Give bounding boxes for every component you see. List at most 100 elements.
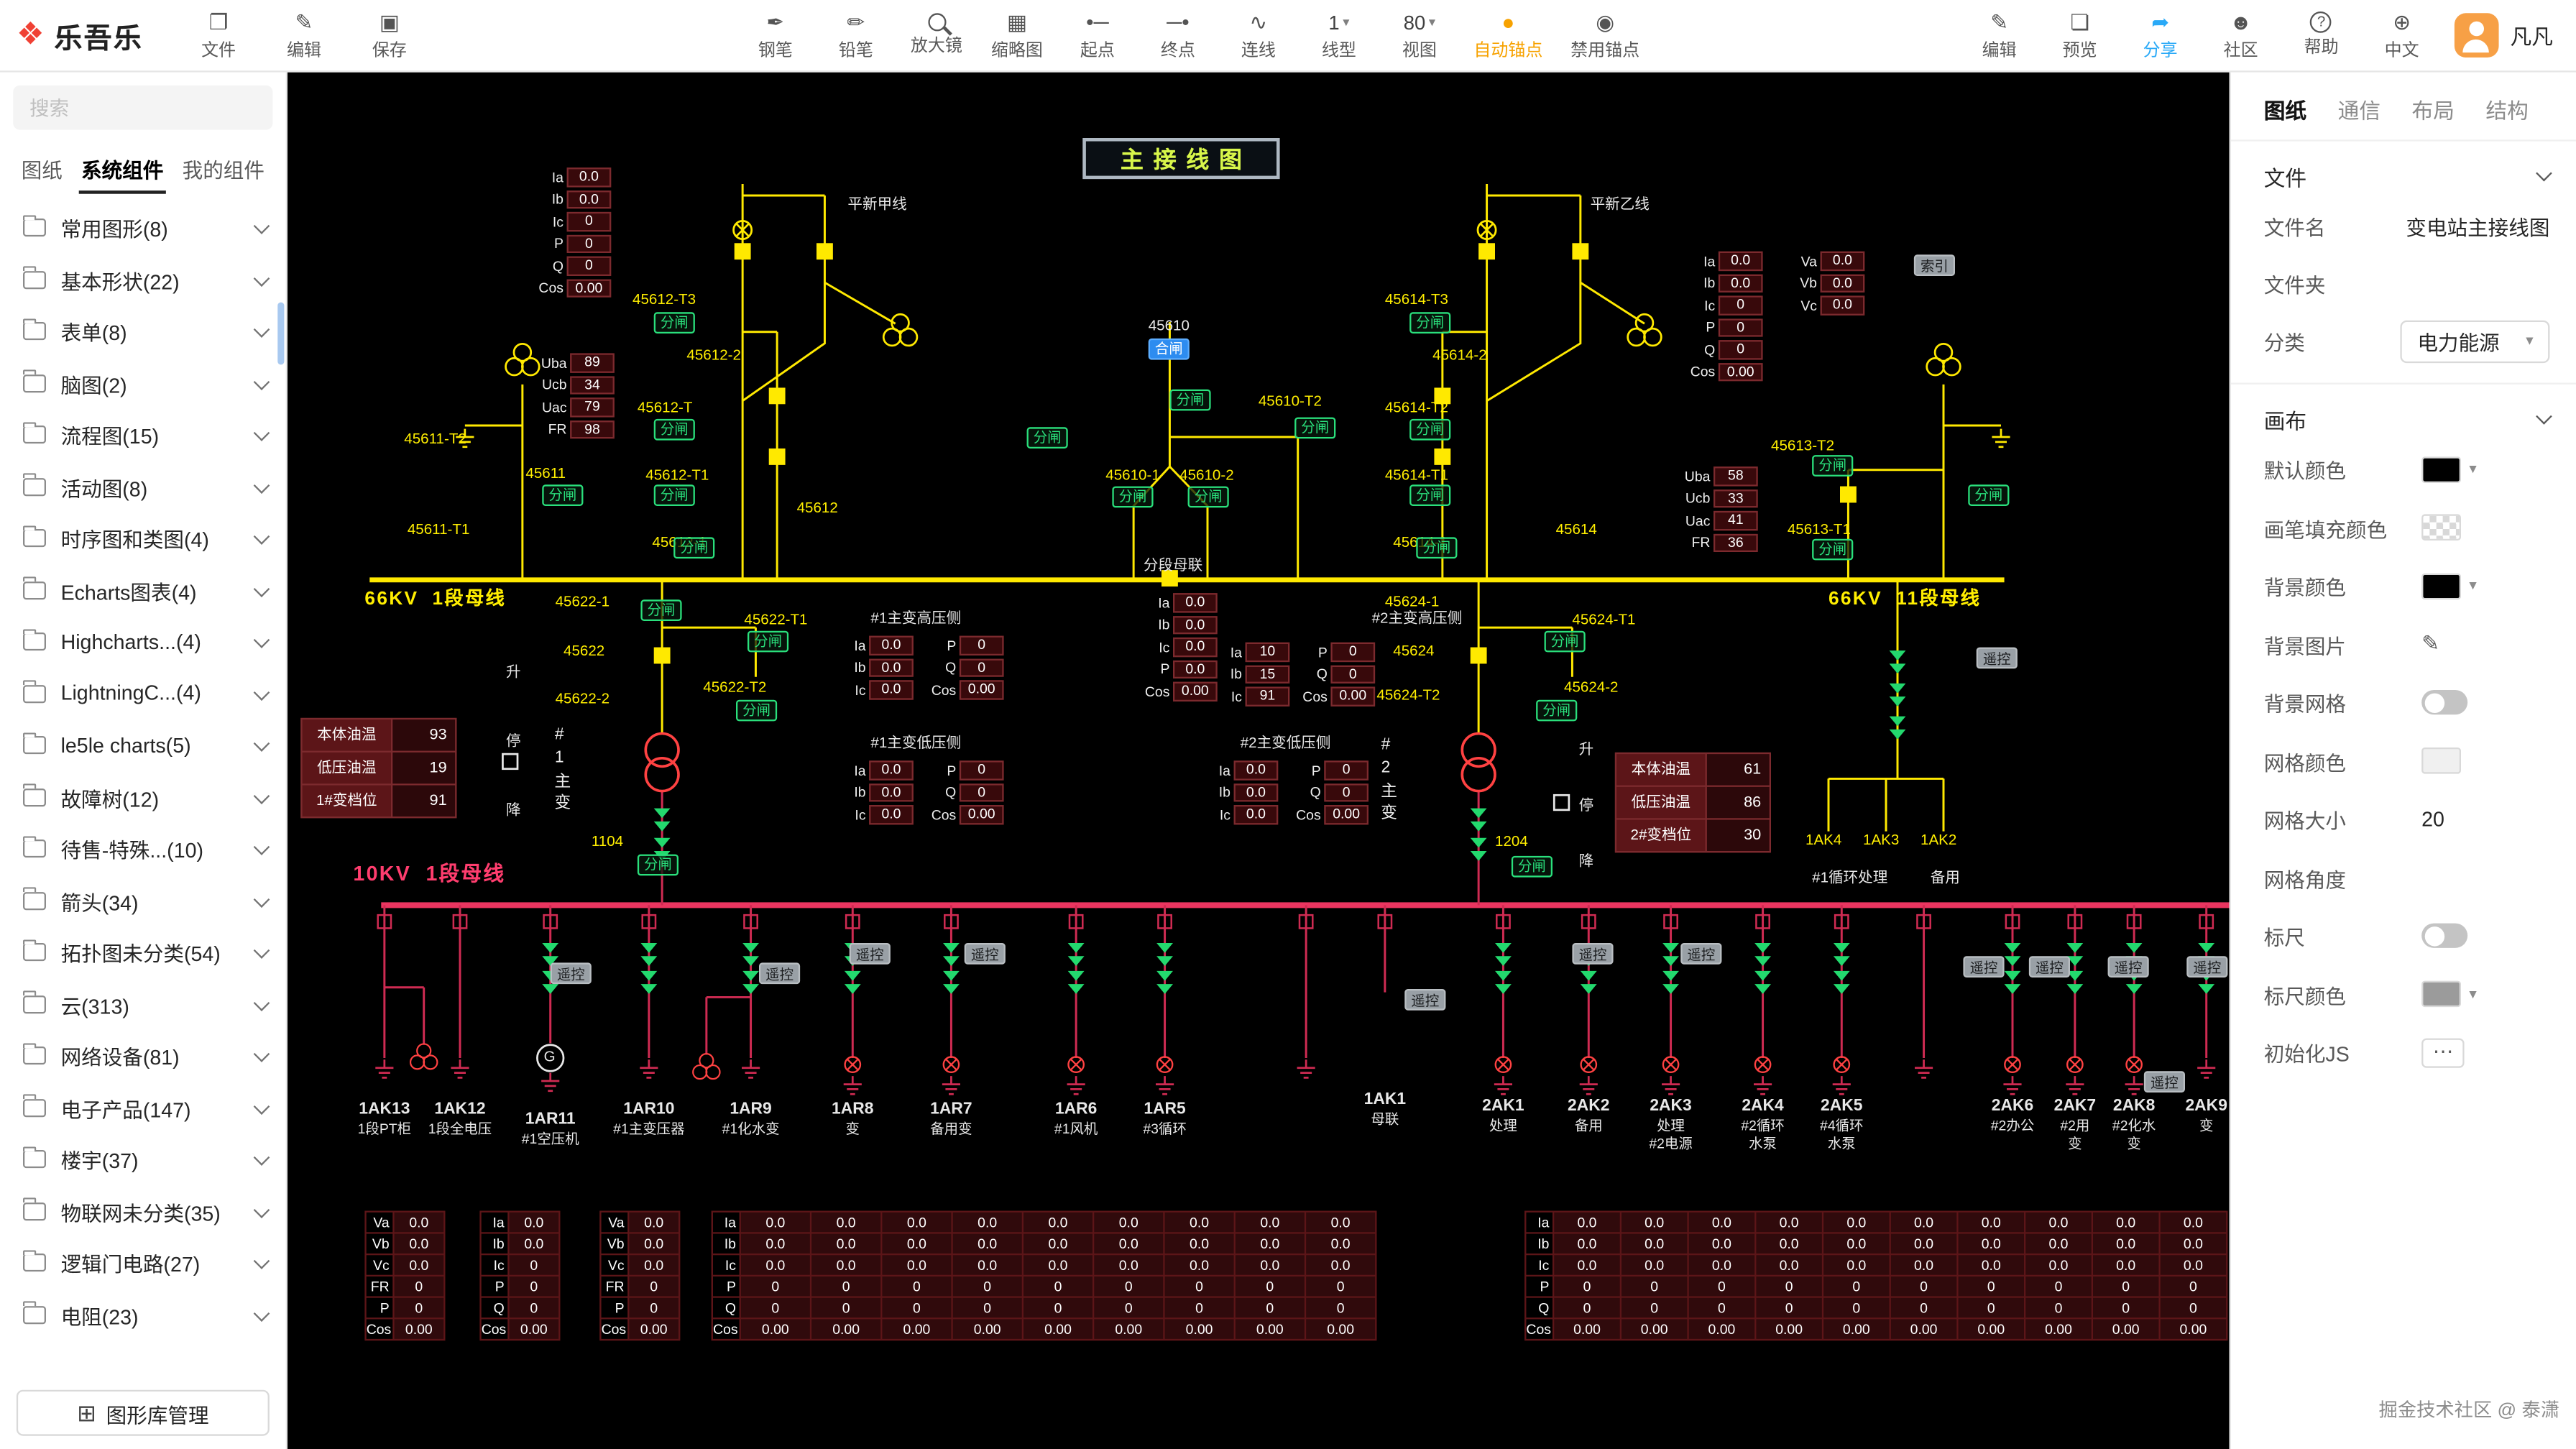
user-menu[interactable]: 凡凡 xyxy=(2455,13,2553,58)
canvas-label[interactable]: 45614-T2 xyxy=(1385,401,1448,418)
component-group[interactable]: 拓扑图未分类(54) xyxy=(0,926,286,978)
canvas-label[interactable]: 45613-T2 xyxy=(1771,438,1834,455)
canvas-label[interactable]: 降 xyxy=(506,804,521,820)
panel-tab-3[interactable]: 结构 xyxy=(2485,93,2528,124)
badge-open[interactable]: 分闸 xyxy=(654,484,695,506)
canvas-label[interactable]: #1循环处理 xyxy=(1812,870,1887,887)
canvas-label[interactable]: 45612-2 xyxy=(686,349,741,365)
search-input[interactable] xyxy=(13,86,272,130)
feeder-label[interactable]: 2AK9变 xyxy=(2154,1098,2230,1136)
badge-open[interactable]: 分闸 xyxy=(1409,312,1450,334)
badge-remote[interactable]: 遥控 xyxy=(1572,943,1613,965)
canvas-label[interactable]: #2主变低压侧 xyxy=(1241,736,1331,753)
color-swatch[interactable] xyxy=(2421,981,2461,1008)
badge-remote[interactable]: 遥控 xyxy=(1977,648,2018,669)
feeder-label[interactable]: 1AK121段全电压 xyxy=(408,1100,512,1138)
badge-open[interactable]: 分闸 xyxy=(1812,455,1853,477)
component-group[interactable]: 流程图(15) xyxy=(0,409,286,461)
badge-open[interactable]: 分闸 xyxy=(1294,418,1335,439)
badge-open[interactable]: 分闸 xyxy=(1968,484,2009,506)
canvas-label[interactable]: 分段母联 xyxy=(1144,558,1202,575)
component-group[interactable]: le5le charts(5) xyxy=(0,719,286,771)
component-group[interactable]: 待售-特殊...(10) xyxy=(0,823,286,875)
app-logo[interactable]: 乐吾乐 xyxy=(17,15,143,56)
panel-tab-1[interactable]: 通信 xyxy=(2338,93,2380,124)
badge-open[interactable]: 分闸 xyxy=(638,855,678,876)
canvas-label[interactable]: 45611-T1 xyxy=(408,523,470,539)
transformer-temp-panel[interactable]: 本体油温93低压油温191#变档位91 xyxy=(300,718,456,818)
tool-from-point[interactable]: •─起点 xyxy=(1071,8,1123,62)
badge-remote[interactable]: 遥控 xyxy=(850,943,891,965)
sidebar-tab-0[interactable]: 图纸 xyxy=(19,144,64,191)
canvas-label[interactable]: 1AK4 xyxy=(1806,833,1841,850)
badge-remote[interactable]: 遥控 xyxy=(551,962,592,984)
component-group[interactable]: 活动图(8) xyxy=(0,461,286,512)
canvas-label[interactable]: #1主变高压侧 xyxy=(870,611,961,627)
file-section-header[interactable]: 文件 xyxy=(2264,155,2550,197)
canvas-label[interactable]: 升 xyxy=(1579,742,1594,759)
canvas-label[interactable]: 45612-T3 xyxy=(632,293,696,309)
canvas-label[interactable]: 45622-T2 xyxy=(703,680,766,696)
canvas-label[interactable]: 45624-T2 xyxy=(1376,689,1440,705)
canvas-label[interactable]: 备用 xyxy=(1931,870,1960,887)
feeder-label[interactable]: 2AK3处理#2电源 xyxy=(1618,1098,1723,1154)
canvas-label[interactable]: 45614-2 xyxy=(1432,349,1487,365)
canvas-label[interactable]: 平新甲线 xyxy=(847,197,906,213)
canvas-label[interactable]: G xyxy=(544,1050,556,1067)
action-edit-mode[interactable]: ✎编辑 xyxy=(1973,8,2025,62)
data-table[interactable]: Ia0.00.00.00.00.00.00.00.00.0Ib0.00.00.0… xyxy=(712,1211,1377,1341)
badge-open[interactable]: 分闸 xyxy=(748,631,788,653)
badge-open[interactable]: 分闸 xyxy=(1812,539,1853,561)
library-manage-button[interactable]: 图形库管理 xyxy=(17,1390,270,1436)
badge-open[interactable]: 分闸 xyxy=(1409,484,1450,506)
canvas-label[interactable]: 45622-2 xyxy=(556,691,610,708)
canvas-label[interactable]: 45622-T1 xyxy=(744,613,807,630)
tool-view-scale[interactable]: 80▾视图 xyxy=(1393,8,1445,62)
canvas-label[interactable]: 45613-T1 xyxy=(1788,523,1851,539)
badge-open[interactable]: 分闸 xyxy=(1169,390,1210,411)
badge-open[interactable]: 分闸 xyxy=(1545,631,1586,653)
feeder-label[interactable]: 1AR8变 xyxy=(800,1100,905,1138)
canvas-label[interactable]: 45624-T1 xyxy=(1572,613,1635,630)
badge-remote[interactable]: 遥控 xyxy=(1680,943,1721,965)
component-group[interactable]: 逻辑门电路(27) xyxy=(0,1237,286,1289)
canvas-label[interactable]: 66KV 1段母线 xyxy=(364,590,506,611)
diagram-title[interactable]: 主接线图 xyxy=(1082,138,1279,179)
component-group[interactable]: 云(313) xyxy=(0,978,286,1030)
action-help[interactable]: ?帮助 xyxy=(2295,12,2347,59)
canvas-label[interactable]: 45624-2 xyxy=(1564,680,1619,696)
tool-pen[interactable]: ✒钢笔 xyxy=(749,8,801,62)
canvas-label[interactable]: #1主变低压侧 xyxy=(870,736,961,753)
canvas-label[interactable]: 45612 xyxy=(797,501,838,518)
data-table[interactable]: Va0.0Vb0.0Vc0.0FR0P0Cos0.00 xyxy=(599,1211,680,1341)
badge-open[interactable]: 分闸 xyxy=(1536,700,1577,722)
component-group[interactable]: 物联网未分类(35) xyxy=(0,1185,286,1237)
tool-disable-anchor[interactable]: ◉禁用锚点 xyxy=(1570,8,1639,62)
badge-open[interactable]: 分闸 xyxy=(542,484,583,506)
component-group[interactable]: 脑图(2) xyxy=(0,357,286,409)
more-button[interactable]: ⋯ xyxy=(2421,1038,2464,1067)
measure-panel[interactable]: P0Q0Cos0.00 xyxy=(1287,759,1368,826)
badge-open[interactable]: 分闸 xyxy=(736,700,777,722)
badge-remote[interactable]: 遥控 xyxy=(965,943,1006,965)
badge-open[interactable]: 分闸 xyxy=(673,537,714,558)
canvas-label[interactable]: 45611 xyxy=(525,466,566,483)
panel-tab-2[interactable]: 布局 xyxy=(2412,93,2455,124)
canvas-label[interactable]: 1204 xyxy=(1495,834,1528,851)
tool-auto-anchor[interactable]: ●自动锚点 xyxy=(1473,8,1542,62)
menu-save[interactable]: ▣保存 xyxy=(363,8,415,62)
measure-panel[interactable]: Ia0.0Ib0.0Ic0P0Q0Cos0.00 xyxy=(529,166,611,299)
badge-open[interactable]: 分闸 xyxy=(1027,427,1068,448)
canvas-label[interactable]: 45610-T2 xyxy=(1259,395,1322,411)
badge-open[interactable]: 分闸 xyxy=(1188,487,1229,508)
badge-open[interactable]: 分闸 xyxy=(654,312,695,334)
badge-remote[interactable]: 遥控 xyxy=(2186,956,2227,978)
badge-remote[interactable]: 遥控 xyxy=(2144,1071,2185,1092)
scrollbar-thumb[interactable] xyxy=(277,303,284,365)
canvas-label[interactable]: 45622-1 xyxy=(556,594,610,611)
component-group[interactable]: Highcharts...(4) xyxy=(0,616,286,668)
feeder-label[interactable]: 1AR10#1主变压器 xyxy=(597,1100,702,1138)
tool-pencil[interactable]: ✏铅笔 xyxy=(829,8,882,62)
data-table[interactable]: Ia0.0Ib0.0Ic0P0Q0Cos0.00 xyxy=(479,1211,560,1341)
component-group[interactable]: 常用图形(8) xyxy=(0,202,286,254)
